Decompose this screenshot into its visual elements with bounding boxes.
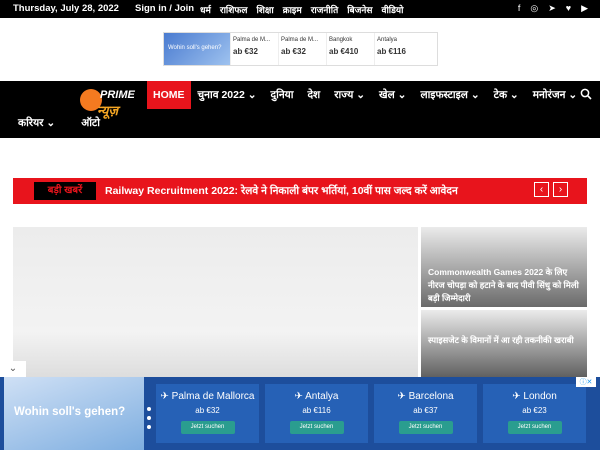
chevron-right-icon[interactable]: ›: [553, 182, 568, 197]
top-ad-hero: Wohin soll's gehen?: [164, 33, 230, 65]
instagram-icon[interactable]: ◎: [530, 3, 538, 14]
deal-search-button[interactable]: Jetzt suchen: [180, 421, 235, 434]
logo-prime: PRIME: [100, 89, 135, 101]
deal-price: ab €32: [233, 47, 258, 56]
nav-auto[interactable]: ऑटो: [81, 116, 100, 130]
deal-price: ab €410: [329, 47, 359, 56]
top-ad-deal[interactable]: Palma de M... ab €32: [278, 33, 326, 65]
deal-city: Antalya: [377, 37, 398, 43]
deal-city: ✈ London: [512, 391, 557, 402]
breaking-news-ticker: बड़ी खबरें Railway Recruitment 2022: रेल…: [13, 178, 587, 204]
deal-price: ab €32: [281, 47, 306, 56]
facebook-icon[interactable]: f: [518, 3, 521, 14]
nav-home[interactable]: HOME: [147, 81, 191, 109]
bottom-ad-banner[interactable]: Wohin soll's gehen? ✈ Palma de Mallorca …: [0, 377, 600, 450]
top-menu-rashifal[interactable]: राशिफल: [220, 3, 248, 16]
deal-city: ✈ Antalya: [294, 391, 339, 402]
top-menu-business[interactable]: बिजनेस: [347, 3, 372, 16]
nav-chunav[interactable]: चुनाव 2022 ⌄: [191, 81, 264, 109]
top-menu: धर्म राशिफल शिक्षा क्राइम राजनीति बिजनेस…: [200, 3, 404, 16]
telegram-icon[interactable]: ➤: [548, 3, 556, 14]
deal-city: Bangkok: [329, 37, 353, 43]
nav-desh[interactable]: देश: [300, 81, 327, 109]
nav-duniya[interactable]: दुनिया: [264, 81, 301, 109]
top-menu-rajneeti[interactable]: राजनीति: [311, 3, 338, 16]
nav-tech[interactable]: टेक ⌄: [487, 81, 526, 109]
date-text: Thursday, July 28, 2022: [13, 3, 119, 14]
deal-search-button[interactable]: Jetzt suchen: [507, 421, 562, 434]
carousel-dots[interactable]: [147, 407, 151, 434]
twitter-icon[interactable]: ♥: [566, 3, 571, 14]
ticker-headline[interactable]: Railway Recruitment 2022: रेलवे ने निकाल…: [105, 184, 458, 198]
bottom-ad-deal[interactable]: ✈ Barcelona ab €37 Jetzt suchen: [374, 384, 477, 443]
side-story-title[interactable]: Commonwealth Games 2022 के लिए नीरज चोपड…: [428, 266, 583, 305]
chevron-down-icon[interactable]: ⌄: [0, 361, 26, 377]
nav-khel[interactable]: खेल ⌄: [372, 81, 413, 109]
featured-main-story[interactable]: [13, 227, 418, 377]
top-ad-deal[interactable]: Antalya ab €116: [374, 33, 422, 65]
deal-price: ab €32: [195, 406, 220, 415]
deal-city: Palma de M...: [233, 37, 271, 43]
site-logo[interactable]: PRIME न्यूज़: [80, 87, 140, 118]
nav-rajya[interactable]: राज्य ⌄: [327, 81, 372, 109]
deal-city: ✈ Palma de Mallorca: [160, 391, 255, 402]
deal-search-button[interactable]: Jetzt suchen: [398, 421, 453, 434]
ticker-label: बड़ी खबरें: [34, 182, 96, 200]
top-ad-deal[interactable]: Bangkok ab €410: [326, 33, 374, 65]
side-story[interactable]: Commonwealth Games 2022 के लिए नीरज चोपड…: [421, 227, 587, 307]
side-story[interactable]: स्पाइसजेट के विमानों में आ रही तकनीकी खर…: [421, 310, 587, 380]
chevron-left-icon[interactable]: ‹: [534, 182, 549, 197]
bottom-ad-deal[interactable]: ✈ Palma de Mallorca ab €32 Jetzt suchen: [156, 384, 259, 443]
bottom-ad-deal[interactable]: ✈ Antalya ab €116 Jetzt suchen: [265, 384, 368, 443]
search-icon[interactable]: [580, 88, 592, 100]
deal-search-button[interactable]: Jetzt suchen: [289, 421, 344, 434]
youtube-icon[interactable]: ▶: [581, 3, 588, 14]
deal-price: ab €116: [302, 406, 331, 415]
top-menu-video[interactable]: वीडियो: [381, 3, 403, 16]
nav-career[interactable]: करियर ⌄: [18, 116, 55, 130]
top-bar: Thursday, July 28, 2022 Sign in / Join ध…: [0, 0, 600, 18]
deal-city: Palma de M...: [281, 37, 319, 43]
deal-price: ab €37: [413, 406, 438, 415]
bottom-ad-hero-text: Wohin soll's gehen?: [14, 406, 126, 418]
ad-info-icon[interactable]: ⓘ✕: [576, 377, 596, 387]
nav-lifestyle[interactable]: लाइफस्टाइल ⌄: [413, 81, 486, 109]
top-menu-shiksha[interactable]: शिक्षा: [256, 3, 273, 16]
bottom-ad-deal[interactable]: ✈ London ab €23 Jetzt suchen: [483, 384, 586, 443]
deal-city: ✈ Barcelona: [397, 391, 454, 402]
top-ad-deal[interactable]: Palma de M... ab €32: [230, 33, 278, 65]
bottom-ad-hero: Wohin soll's gehen?: [4, 377, 144, 450]
nav-items: HOME चुनाव 2022 ⌄ दुनिया देश राज्य ⌄ खेल…: [147, 81, 584, 109]
top-menu-crime[interactable]: क्राइम: [283, 3, 302, 16]
deal-price: ab €23: [522, 406, 547, 415]
nav-row-2: करियर ⌄ ऑटो: [18, 116, 100, 130]
top-ad-banner[interactable]: Wohin soll's gehen? Palma de M... ab €32 …: [163, 32, 438, 66]
top-menu-dharm[interactable]: धर्म: [200, 3, 211, 16]
side-story-title[interactable]: स्पाइसजेट के विमानों में आ रही तकनीकी खर…: [428, 334, 583, 347]
social-icons: f ◎ ➤ ♥ ▶: [518, 3, 588, 14]
nav-manoranjan[interactable]: मनोरंजन ⌄: [526, 81, 584, 109]
signin-link[interactable]: Sign in / Join: [135, 3, 194, 14]
deal-price: ab €116: [377, 47, 406, 56]
logo-news: न्यूज़: [97, 103, 119, 118]
